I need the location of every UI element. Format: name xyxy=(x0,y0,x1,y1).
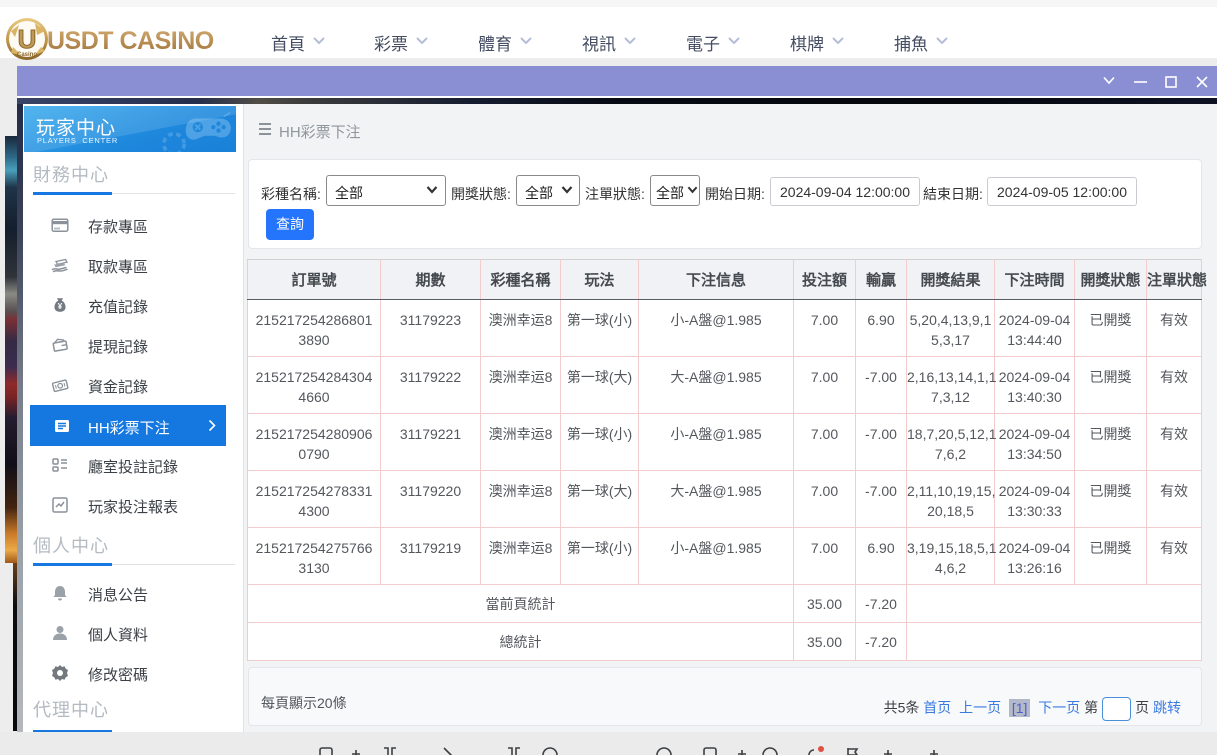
svg-text:Casino: Casino xyxy=(17,52,37,58)
svg-text:U: U xyxy=(18,24,37,54)
svg-text:¥: ¥ xyxy=(58,302,63,311)
